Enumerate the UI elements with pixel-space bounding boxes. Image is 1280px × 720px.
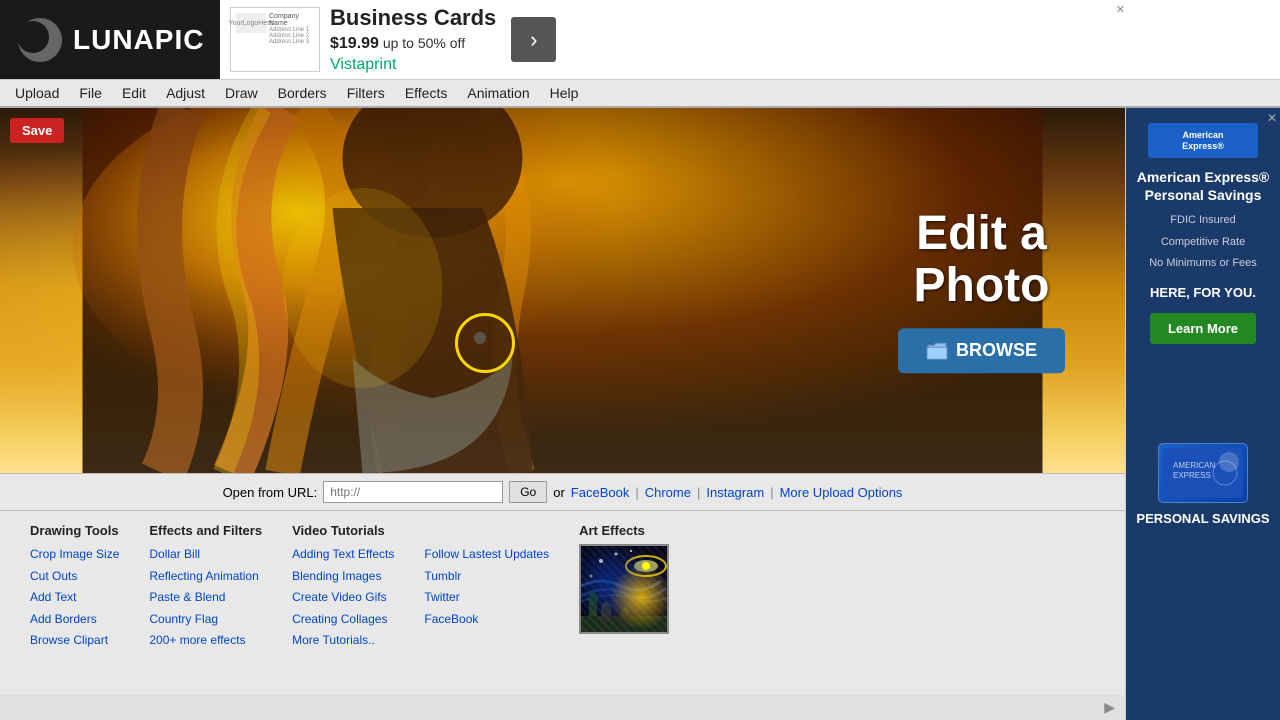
ad-close-button[interactable]: ✕ [1116, 3, 1125, 16]
hero-title: Edit a Photo [898, 208, 1065, 314]
hero-text-area: Edit a Photo BROWSE [898, 208, 1065, 374]
browse-button[interactable]: BROWSE [898, 328, 1065, 373]
site-logo[interactable]: LUNAPIC [73, 24, 204, 56]
footer-col1-heading: Drawing Tools [30, 523, 119, 538]
footer-link-dollarbill[interactable]: Dollar Bill [149, 544, 262, 566]
nav-file[interactable]: File [69, 81, 112, 105]
right-ad-close-button[interactable]: ✕ [1267, 111, 1277, 125]
footer-col-effects: Effects and Filters Dollar Bill Reflecti… [149, 523, 262, 683]
url-instagram-link[interactable]: Instagram [706, 485, 764, 500]
right-ad-amex: ✕ AmericanExpress® American Express® Per… [1126, 108, 1280, 428]
right-ad-feature2: Competitive Rate [1161, 234, 1245, 251]
right-ad-title: American Express® Personal Savings [1137, 168, 1270, 204]
nav-animation[interactable]: Animation [457, 81, 539, 105]
footer-col-social: Follow Lastest Updates Tumblr Twitter Fa… [424, 523, 549, 683]
nav-effects[interactable]: Effects [395, 81, 458, 105]
url-input[interactable] [323, 481, 503, 503]
footer-col3-heading: Video Tutorials [292, 523, 394, 538]
url-bar: Open from URL: Go or FaceBook | Chrome |… [0, 473, 1125, 511]
footer-link-tumblr[interactable]: Tumblr [424, 566, 549, 588]
ad-logo-placeholder: Your Logo Here [236, 13, 266, 33]
ad-card-preview: Your Logo Here Company Name Address Line… [230, 7, 320, 72]
footer-link-moretutorials[interactable]: More Tutorials.. [292, 630, 394, 652]
nav-edit[interactable]: Edit [112, 81, 156, 105]
footer-link-addtext[interactable]: Add Text [30, 587, 119, 609]
moon-icon [15, 15, 65, 65]
nav-draw[interactable]: Draw [215, 81, 268, 105]
url-separator-2: | [697, 485, 700, 500]
footer-col2-heading: Effects and Filters [149, 523, 262, 538]
right-ad-feature1: FDIC Insured [1170, 212, 1235, 229]
amex-card-image: AMERICAN EXPRESS [1158, 443, 1248, 503]
art-effects-thumbnail[interactable] [579, 544, 669, 634]
right-sidebar: ✕ AmericanExpress® American Express® Per… [1125, 108, 1280, 720]
footer-link-countryflag[interactable]: Country Flag [149, 609, 262, 631]
footer-link-moreeffects[interactable]: 200+ more effects [149, 630, 262, 652]
nav-upload[interactable]: Upload [5, 81, 69, 105]
right-ad-feature3: No Minimums or Fees [1149, 255, 1257, 272]
right-ad-tagline: HERE, FOR YOU. [1150, 285, 1256, 300]
ad-address: Address Line 1Address Line 2Address Line… [269, 27, 314, 45]
url-chrome-link[interactable]: Chrome [645, 485, 691, 500]
center-content: Save Edit a Photo BROWSE [0, 108, 1125, 720]
url-go-button[interactable]: Go [509, 481, 547, 503]
nav-help[interactable]: Help [540, 81, 589, 105]
footer-col4-spacer [424, 523, 549, 538]
footer-link-crop[interactable]: Crop Image Size [30, 544, 119, 566]
save-button[interactable]: Save [10, 118, 64, 143]
footer-col-drawing-tools: Drawing Tools Crop Image Size Cut Outs A… [30, 523, 119, 683]
nav-borders[interactable]: Borders [268, 81, 337, 105]
top-banner: LUNAPIC Your Logo Here Company Name Addr… [0, 0, 1280, 80]
svg-text:AMERICAN: AMERICAN [1173, 461, 1215, 470]
footer-link-twitter[interactable]: Twitter [424, 587, 549, 609]
ad-indicator-icon: ▶ [1104, 699, 1115, 716]
url-separator-3: | [770, 485, 773, 500]
url-label: Open from URL: [223, 485, 318, 500]
footer-links: Drawing Tools Crop Image Size Cut Outs A… [0, 511, 1125, 695]
footer-col-tutorials: Video Tutorials Adding Text Effects Blen… [292, 523, 394, 683]
ad-company-name: Company Name [269, 13, 314, 27]
url-facebook-link[interactable]: FaceBook [571, 485, 630, 500]
svg-text:EXPRESS: EXPRESS [1173, 471, 1211, 480]
footer-link-reflecting[interactable]: Reflecting Animation [149, 566, 262, 588]
hero-section: Save Edit a Photo BROWSE [0, 108, 1125, 473]
ad-next-button[interactable]: › [511, 17, 556, 62]
footer-link-addingtext[interactable]: Adding Text Effects [292, 544, 394, 566]
ad-brand[interactable]: Vistaprint [330, 56, 496, 74]
footer-col-art-effects: Art Effects [579, 523, 669, 683]
right-ad2-label: PERSONAL SAVINGS [1136, 511, 1269, 526]
footer-link-browseclipart[interactable]: Browse Clipart [30, 630, 119, 652]
footer-link-videogifs[interactable]: Create Video Gifs [292, 587, 394, 609]
footer-link-pasteblend[interactable]: Paste & Blend [149, 587, 262, 609]
starry-night-image [581, 546, 669, 634]
footer-link-cutouts[interactable]: Cut Outs [30, 566, 119, 588]
footer-link-follow[interactable]: Follow Lastest Updates [424, 544, 549, 566]
folder-icon [926, 342, 948, 360]
footer-link-collages[interactable]: Creating Collages [292, 609, 394, 631]
footer-link-facebook[interactable]: FaceBook [424, 609, 549, 631]
bottom-ad-bar: ▶ [0, 695, 1125, 720]
nav-filters[interactable]: Filters [337, 81, 395, 105]
nav-adjust[interactable]: Adjust [156, 81, 215, 105]
art-effects-heading: Art Effects [579, 523, 645, 538]
amex-logo: AmericanExpress® [1148, 123, 1258, 158]
main-content: Save Edit a Photo BROWSE [0, 108, 1280, 720]
credit-card-icon: AMERICAN EXPRESS [1163, 448, 1243, 498]
right-ad-amex2: AMERICAN EXPRESS PERSONAL SAVINGS [1126, 428, 1280, 720]
navigation-bar: Upload File Edit Adjust Draw Borders Fil… [0, 80, 1280, 108]
url-separator-1: | [635, 485, 638, 500]
footer-link-blending[interactable]: Blending Images [292, 566, 394, 588]
logo-area: LUNAPIC [0, 0, 220, 79]
learn-more-button[interactable]: Learn More [1150, 313, 1256, 344]
ad-price: $19.99 up to 50% off [330, 35, 496, 53]
footer-link-addborders[interactable]: Add Borders [30, 609, 119, 631]
url-or-text: or [553, 485, 565, 500]
ad-title: Business Cards [330, 5, 496, 31]
ad-text-area: Business Cards $19.99 up to 50% off Vist… [330, 5, 496, 73]
url-more-upload-link[interactable]: More Upload Options [780, 485, 903, 500]
